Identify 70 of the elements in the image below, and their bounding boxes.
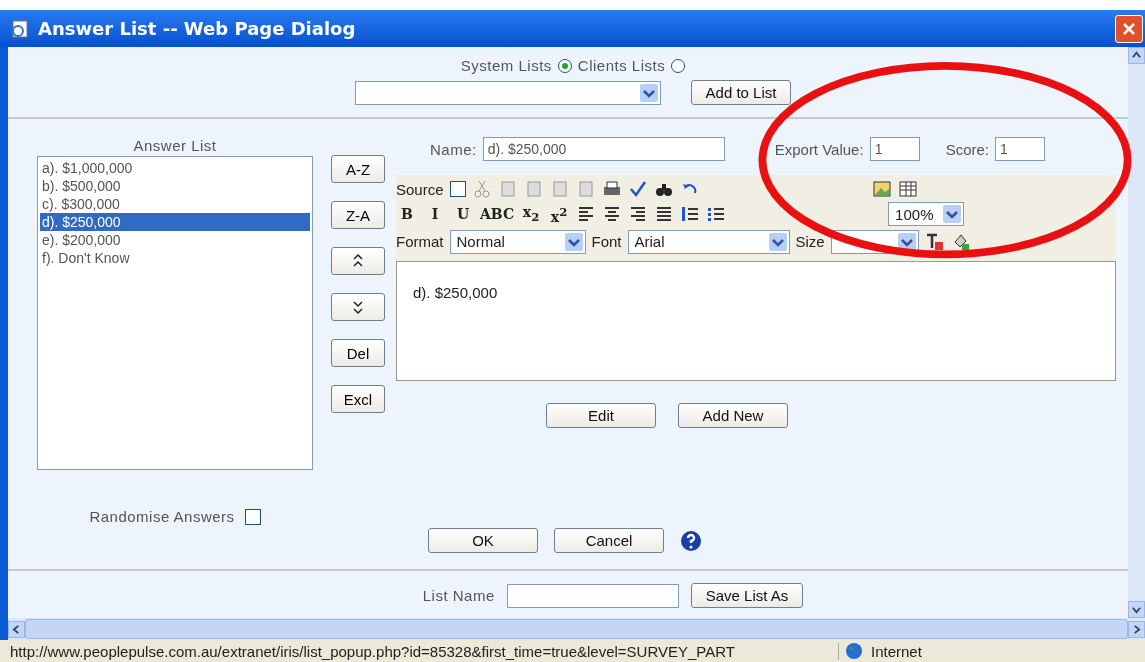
answer-listbox[interactable]: a). $1,000,000 b). $500,000 c). $300,000 d). $250,000 e). $200,000 f). Don't Know	[37, 156, 313, 470]
horizontal-scrollbar[interactable]	[8, 618, 1145, 640]
format-button[interactable]: I	[424, 204, 446, 225]
help-icon[interactable]	[680, 529, 702, 552]
format-button[interactable]: x$_{2}$	[520, 202, 543, 227]
editor-action-button[interactable]: Add New	[678, 402, 788, 428]
spellcheck-icon[interactable]	[627, 179, 648, 199]
editor-action-button[interactable]: Edit	[546, 402, 656, 428]
window-title: Answer List -- Web Page Dialog	[38, 18, 357, 39]
double-caret-up-icon	[353, 253, 363, 269]
table-icon[interactable]	[897, 179, 918, 199]
export-value-field[interactable]: 1	[869, 137, 920, 161]
name-label: Name:	[430, 140, 477, 158]
font-label: Font	[591, 233, 622, 251]
format-dropdown[interactable]: Normal	[449, 229, 586, 254]
page-icon	[10, 18, 30, 39]
list-item[interactable]: e). $200,000	[40, 231, 310, 249]
randomise-label: Randomise Answers	[89, 508, 235, 525]
save-list-as-button[interactable]: Save List As	[690, 583, 804, 608]
score-label: Score:	[945, 140, 989, 158]
dialog-button[interactable]: OK	[428, 528, 538, 553]
image-icon[interactable]	[871, 179, 892, 199]
format-button[interactable]: U	[452, 204, 474, 225]
editor-text-area[interactable]: d). $250,000	[396, 260, 1116, 381]
move-up-button[interactable]	[331, 247, 385, 275]
source-checkbox[interactable]	[449, 181, 466, 197]
list-name-field[interactable]	[506, 583, 679, 608]
size-label: Size	[795, 233, 825, 251]
zoom-dropdown[interactable]: 100%	[888, 202, 965, 227]
scroll-right-icon[interactable]	[1132, 624, 1141, 634]
list-name-label: List Name	[422, 587, 495, 604]
randomise-checkbox[interactable]	[244, 508, 261, 525]
list-item[interactable]: a). $1,000,000	[40, 159, 310, 177]
score-field[interactable]: 1	[995, 137, 1045, 161]
answer-list-label: Answer List	[133, 137, 217, 154]
globe-icon	[845, 642, 863, 660]
format-button[interactable]: B	[396, 204, 418, 225]
dialog-button[interactable]: Cancel	[554, 528, 664, 553]
status-url: http://www.peoplepulse.com.au/extranet/iris/list_popup.php?id=85328&first_time=true&level=SURVEY_PART	[0, 642, 839, 660]
order-button[interactable]: A-Z	[331, 155, 385, 183]
format-button[interactable]: ABC	[480, 204, 515, 225]
scroll-left-icon[interactable]	[12, 624, 21, 634]
add-to-list-button[interactable]: Add to List	[690, 80, 792, 105]
order-button[interactable]: Z-A	[331, 201, 385, 229]
format-label: Format	[396, 233, 444, 251]
radio-button[interactable]	[671, 58, 686, 73]
list-item[interactable]: d). $250,000	[40, 213, 310, 231]
vertical-scrollbar[interactable]	[1128, 47, 1145, 618]
order-button[interactable]: Del	[331, 339, 385, 367]
scroll-down-icon[interactable]	[1132, 605, 1141, 614]
order-button[interactable]: Excl	[331, 385, 385, 413]
move-down-button[interactable]	[331, 293, 385, 321]
name-field[interactable]: d). $250,000	[482, 137, 725, 161]
scroll-up-icon[interactable]	[1132, 51, 1141, 60]
list-item[interactable]: f). Don't Know	[40, 249, 310, 267]
close-button[interactable]	[1115, 14, 1143, 43]
radio-button[interactable]	[557, 58, 572, 73]
export-value-label: Export Value:	[774, 140, 864, 158]
list-dropdown[interactable]	[354, 80, 661, 105]
double-caret-down-icon	[353, 299, 363, 315]
zone-label: Internet	[871, 642, 922, 660]
close-icon	[1122, 21, 1136, 36]
source-label: Source	[396, 180, 444, 198]
text-color-icon[interactable]	[924, 231, 945, 252]
radio-label: Clients Lists	[577, 57, 666, 74]
list-item[interactable]: c). $300,000	[40, 195, 310, 213]
format-button[interactable]: x$^{2}$	[548, 202, 571, 227]
list-item[interactable]: b). $500,000	[40, 177, 310, 195]
font-dropdown[interactable]: Arial	[627, 229, 790, 254]
radio-label: System Lists	[460, 57, 552, 74]
